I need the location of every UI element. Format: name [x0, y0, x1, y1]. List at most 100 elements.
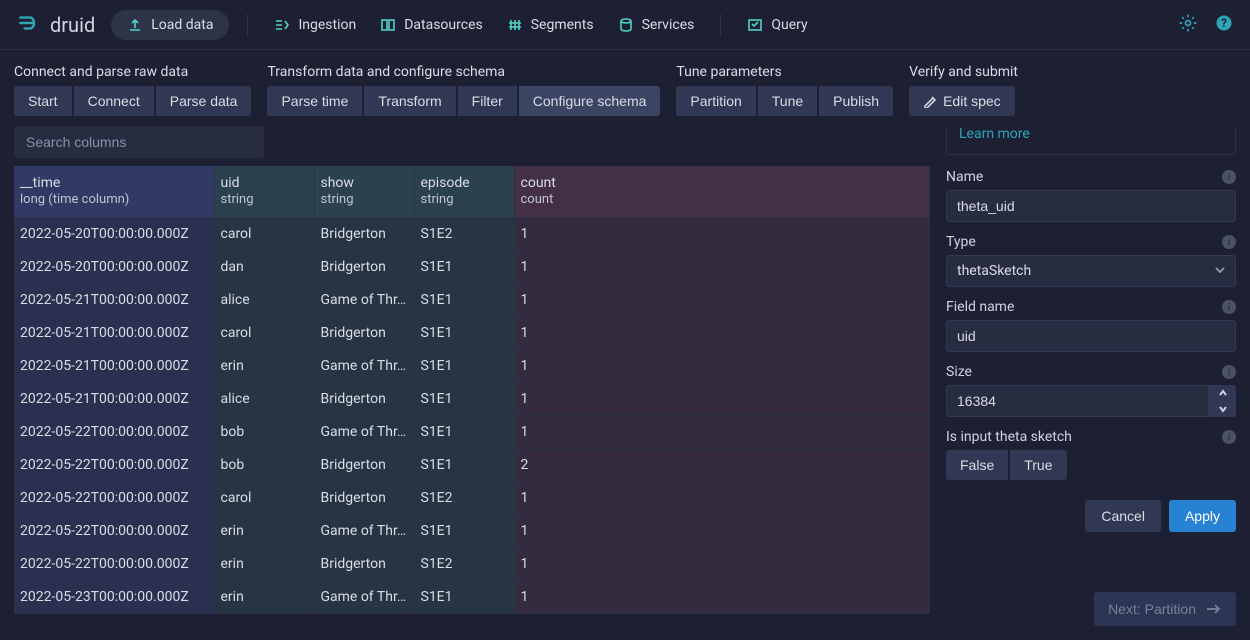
nav-segments[interactable]: Segments	[499, 11, 602, 39]
table-cell: S1E1	[414, 350, 514, 383]
table-row: 2022-05-21T00:00:00.000ZaliceGame of Thr…	[14, 284, 930, 317]
column-header-count[interactable]: countcount	[514, 166, 930, 218]
nav-ingestion[interactable]: Ingestion	[266, 11, 364, 39]
nav-divider	[247, 14, 248, 36]
table-cell: Bridgerton	[314, 218, 414, 251]
table-cell: S1E1	[414, 284, 514, 317]
step-group: Connect and parse raw data StartConnectPa…	[14, 64, 251, 116]
table-cell: alice	[214, 284, 314, 317]
table-cell: 2022-05-23T00:00:00.000Z	[14, 581, 214, 614]
table-cell: 1	[514, 515, 930, 548]
step-connect[interactable]: Connect	[74, 86, 154, 116]
top-nav: druid Load data Ingestion Datasources Se…	[0, 0, 1250, 50]
type-label: Type	[946, 234, 976, 250]
size-label: Size	[946, 364, 972, 380]
info-icon[interactable]: i	[1222, 235, 1236, 249]
step-filter[interactable]: Filter	[458, 86, 517, 116]
column-header-show[interactable]: showstring	[314, 166, 414, 218]
apply-button[interactable]: Apply	[1169, 500, 1236, 532]
step-group-title: Transform data and configure schema	[267, 64, 660, 80]
nav-query[interactable]: Query	[739, 11, 815, 39]
step-group: Transform data and configure schema Parse…	[267, 64, 660, 116]
table-cell: Game of Thr...	[314, 350, 414, 383]
step-edit-spec[interactable]: Edit spec	[909, 86, 1015, 116]
table-cell: Game of Thr...	[314, 284, 414, 317]
column-header-uid[interactable]: uidstring	[214, 166, 314, 218]
table-cell: S1E2	[414, 218, 514, 251]
table-cell: 2022-05-22T00:00:00.000Z	[14, 416, 214, 449]
table-row: 2022-05-22T00:00:00.000ZcarolBridgertonS…	[14, 482, 930, 515]
nav-label: Segments	[531, 17, 594, 33]
cancel-button[interactable]: Cancel	[1085, 500, 1161, 532]
table-row: 2022-05-22T00:00:00.000ZerinGame of Thr.…	[14, 515, 930, 548]
step-partition[interactable]: Partition	[676, 86, 755, 116]
table-cell: alice	[214, 383, 314, 416]
size-step-down[interactable]	[1209, 402, 1236, 418]
table-cell: S1E2	[414, 482, 514, 515]
table-row: 2022-05-21T00:00:00.000ZaliceBridgertonS…	[14, 383, 930, 416]
table-cell: dan	[214, 251, 314, 284]
type-select[interactable]: thetaSketch	[946, 255, 1236, 287]
field-name-input[interactable]	[946, 320, 1236, 352]
search-columns-input[interactable]	[14, 126, 264, 158]
nav-datasources[interactable]: Datasources	[372, 11, 491, 39]
field-name-label: Field name	[946, 299, 1014, 315]
is-input-theta-label: Is input theta sketch	[946, 429, 1072, 445]
upload-icon	[127, 17, 143, 33]
name-input[interactable]	[946, 190, 1236, 222]
step-group-title: Connect and parse raw data	[14, 64, 251, 80]
table-cell: bob	[214, 416, 314, 449]
step-parse-time[interactable]: Parse time	[267, 86, 362, 116]
table-cell: S1E1	[414, 383, 514, 416]
nav-label: Services	[642, 17, 695, 33]
table-cell: Bridgerton	[314, 548, 414, 581]
druid-logo-icon	[16, 10, 42, 40]
help-icon[interactable]: ?	[1214, 13, 1234, 37]
table-cell: Game of Thr...	[314, 581, 414, 614]
table-cell: 2022-05-22T00:00:00.000Z	[14, 548, 214, 581]
step-transform[interactable]: Transform	[364, 86, 455, 116]
nav-label: Load data	[151, 17, 213, 33]
nav-load-data[interactable]: Load data	[111, 10, 229, 40]
table-cell: bob	[214, 449, 314, 482]
column-header-__time[interactable]: __timelong (time column)	[14, 166, 214, 218]
table-cell: Game of Thr...	[314, 416, 414, 449]
step-groups: Connect and parse raw dataStartConnectPa…	[14, 64, 1236, 116]
step-start[interactable]: Start	[14, 86, 72, 116]
table-cell: 2022-05-21T00:00:00.000Z	[14, 350, 214, 383]
nav-label: Datasources	[404, 17, 483, 33]
next-partition-button[interactable]: Next: Partition	[1094, 592, 1236, 626]
table-row: 2022-05-21T00:00:00.000ZerinGame of Thr.…	[14, 350, 930, 383]
size-step-up[interactable]	[1209, 385, 1236, 402]
gear-icon[interactable]	[1178, 13, 1198, 37]
info-icon[interactable]: i	[1222, 365, 1236, 379]
table-cell: 2022-05-22T00:00:00.000Z	[14, 515, 214, 548]
svg-text:?: ?	[1221, 16, 1227, 30]
step-publish[interactable]: Publish	[819, 86, 893, 116]
table-cell: erin	[214, 548, 314, 581]
step-parse-data[interactable]: Parse data	[156, 86, 252, 116]
table-cell: S1E1	[414, 317, 514, 350]
table-cell: Bridgerton	[314, 449, 414, 482]
info-icon[interactable]: i	[1222, 300, 1236, 314]
info-icon[interactable]: i	[1222, 430, 1236, 444]
learn-more-link[interactable]: Learn more	[959, 126, 1030, 142]
query-icon	[747, 17, 763, 33]
data-table: __timelong (time column)uidstringshowstr…	[14, 166, 930, 614]
table-cell: 1	[514, 350, 930, 383]
step-tune[interactable]: Tune	[758, 86, 817, 116]
table-cell: 1	[514, 317, 930, 350]
toggle-true[interactable]: True	[1010, 450, 1066, 480]
size-input[interactable]	[946, 385, 1236, 417]
table-cell: erin	[214, 515, 314, 548]
step-configure-schema[interactable]: Configure schema	[519, 86, 661, 116]
info-icon[interactable]: i	[1222, 170, 1236, 184]
table-cell: 2	[514, 449, 930, 482]
ingestion-icon	[274, 17, 290, 33]
toggle-false[interactable]: False	[946, 450, 1008, 480]
table-cell: S1E1	[414, 515, 514, 548]
nav-services[interactable]: Services	[610, 11, 703, 39]
brand-logo[interactable]: druid	[16, 10, 95, 40]
column-header-episode[interactable]: episodestring	[414, 166, 514, 218]
next-button-label: Next: Partition	[1108, 601, 1196, 617]
